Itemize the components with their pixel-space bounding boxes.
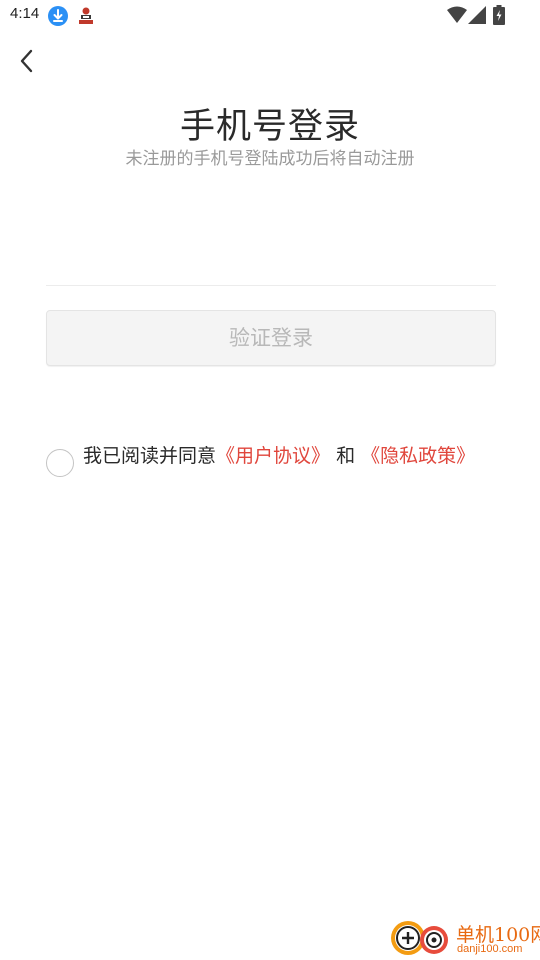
signal-icon <box>468 6 486 24</box>
download-icon <box>48 6 68 26</box>
watermark-url: danji100.com <box>457 943 523 955</box>
battery-icon <box>493 5 505 25</box>
agreement-conjunction: 和 <box>336 445 356 467</box>
chevron-left-icon <box>20 49 33 73</box>
privacy-policy-link[interactable]: 《隐私政策》 <box>361 445 475 467</box>
phone-number-input[interactable] <box>46 242 496 284</box>
login-screen: 4:14 手机号登录 未注册的手机号登陆成功后将自动注册 验证登录 我已阅读并同… <box>0 0 540 960</box>
user-agreement-link[interactable]: 《用户协议》 <box>216 445 330 467</box>
agreement-prefix: 我已阅读并同意 <box>83 445 217 467</box>
wifi-icon <box>447 6 467 24</box>
verify-login-button[interactable]: 验证登录 <box>46 310 496 366</box>
agreement-checkbox[interactable] <box>46 449 74 477</box>
status-bar: 4:14 <box>0 0 540 30</box>
agreement-text: 我已阅读并同意《用户协议》 和 《隐私政策》 <box>83 445 483 467</box>
page-title: 手机号登录 <box>179 107 360 147</box>
input-divider <box>46 285 496 286</box>
watermark: 单机100网 danji100.com <box>390 914 540 960</box>
back-button[interactable] <box>12 46 42 76</box>
watermark-logo-icon <box>391 921 448 955</box>
app-notification-icon <box>77 6 95 26</box>
status-time: 4:14 <box>10 5 40 22</box>
page-subtitle: 未注册的手机号登陆成功后将自动注册 <box>125 149 415 169</box>
